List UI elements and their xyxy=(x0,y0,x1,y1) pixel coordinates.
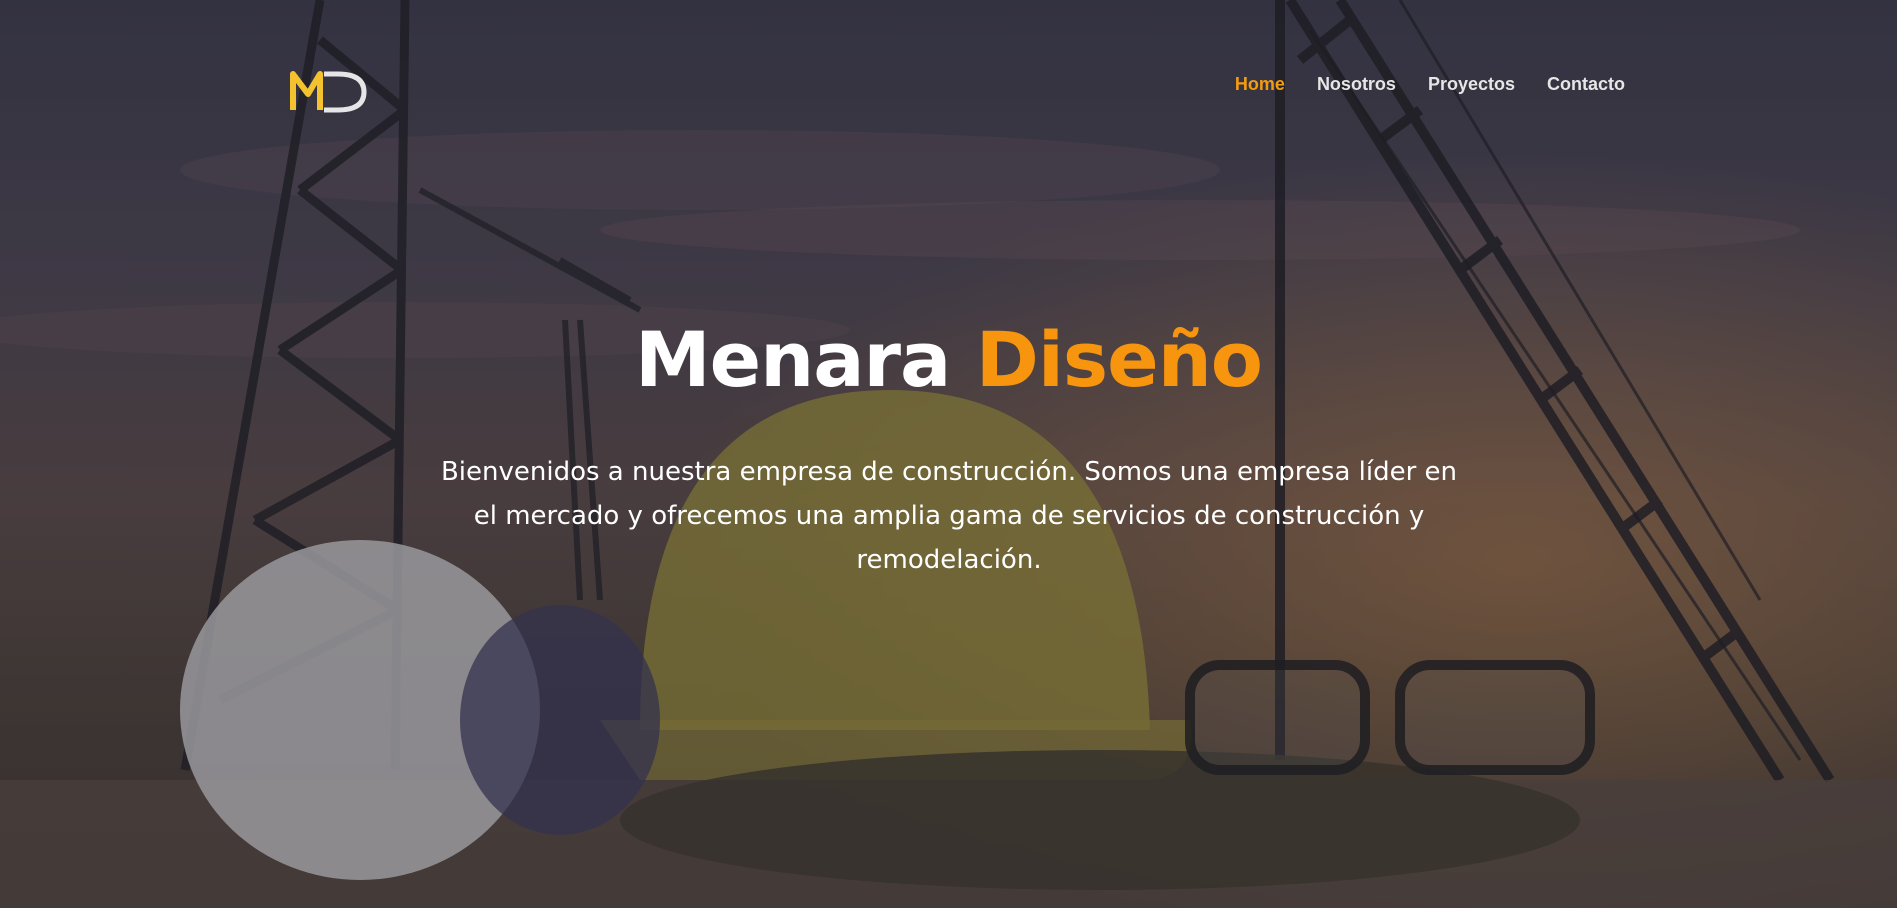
nav-item-home[interactable]: Home xyxy=(1235,74,1285,95)
hero-description: Bienvenidos a nuestra empresa de constru… xyxy=(440,457,1458,575)
nav-item-nosotros[interactable]: Nosotros xyxy=(1317,74,1396,95)
hero-title-part1: Menara xyxy=(634,315,951,404)
main-nav: Home Nosotros Proyectos Contacto xyxy=(1235,74,1625,95)
logo[interactable] xyxy=(290,68,370,114)
hero-title: Menara Diseño xyxy=(0,322,1897,398)
nav-item-proyectos[interactable]: Proyectos xyxy=(1428,74,1515,95)
hero-title-part2: Diseño xyxy=(975,315,1263,404)
hero-section: Home Nosotros Proyectos Contacto Menara … xyxy=(0,0,1897,908)
nav-item-contacto[interactable]: Contacto xyxy=(1547,74,1625,95)
